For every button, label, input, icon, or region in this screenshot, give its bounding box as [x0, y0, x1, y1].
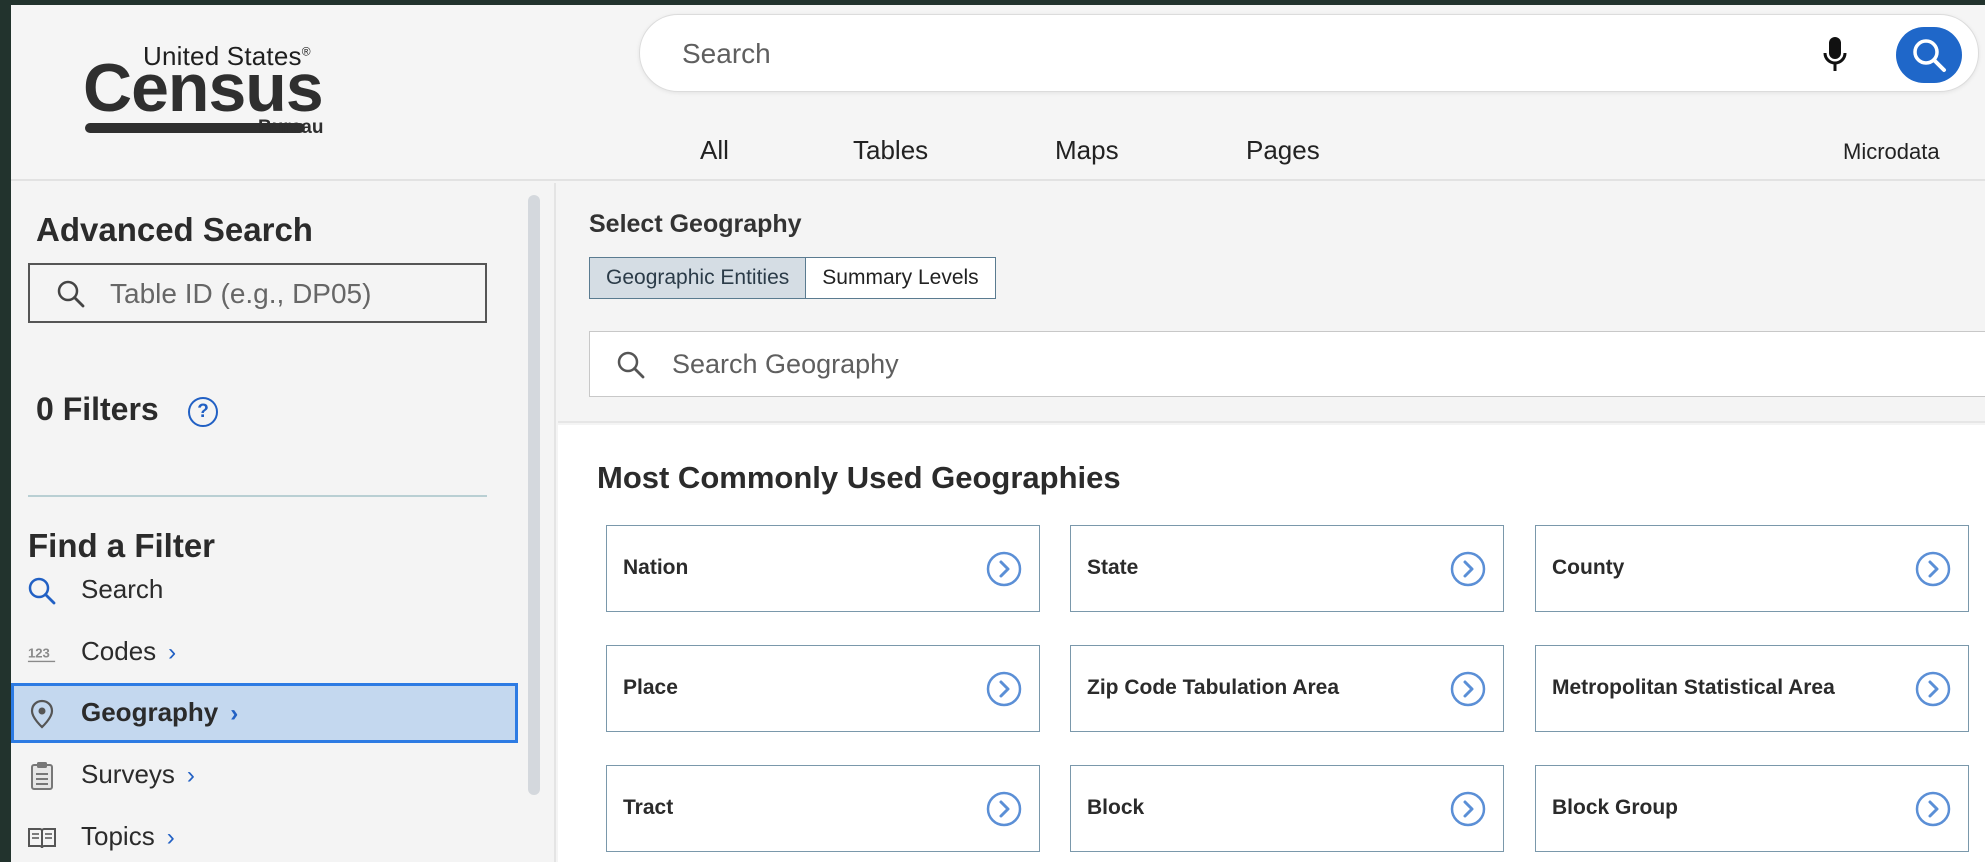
geography-card-state[interactable]: State [1070, 525, 1504, 612]
geography-card-label: Metropolitan Statistical Area [1552, 676, 1835, 699]
chevron-circle-right-icon [985, 790, 1023, 828]
tab-maps[interactable]: Maps [1055, 135, 1119, 166]
table-id-input[interactable] [110, 277, 470, 311]
search-submit-button[interactable] [1896, 27, 1962, 83]
search-icon [27, 576, 57, 606]
geography-mode-toggle: Geographic Entities Summary Levels [589, 257, 996, 299]
chevron-circle-right-icon [1914, 670, 1952, 708]
microphone-icon[interactable] [1820, 35, 1850, 75]
census-logo[interactable]: United States® Census Bureau [83, 41, 353, 141]
chevron-right-icon: › [230, 700, 239, 727]
chevron-right-icon: › [166, 824, 175, 851]
sidebar-item-surveys[interactable]: Surveys › [11, 745, 518, 805]
tab-tables[interactable]: Tables [853, 135, 928, 166]
sidebar: Advanced Search 0 Filters ? Find a Filte… [11, 183, 556, 862]
geography-card-label: Tract [623, 796, 674, 819]
geography-card-label: Place [623, 676, 678, 699]
geography-card-county[interactable]: County [1535, 525, 1969, 612]
main-panel: Select Geography Geographic Entities Sum… [558, 183, 1985, 862]
search-icon [616, 350, 646, 385]
tab-all[interactable]: All [700, 135, 729, 166]
select-geography-title: Select Geography [589, 210, 802, 238]
search-icon [1913, 39, 1946, 72]
sidebar-item-label: Geography › [81, 697, 239, 727]
table-id-search-box [28, 263, 487, 323]
chevron-circle-right-icon [1449, 790, 1487, 828]
map-pin-icon [27, 699, 57, 729]
sidebar-item-codes[interactable]: 123 Codes › [11, 622, 518, 682]
geography-card-label: Block [1087, 796, 1145, 819]
sidebar-scrollbar[interactable] [528, 195, 540, 795]
sidebar-item-geography[interactable]: Geography › [11, 683, 518, 743]
chevron-circle-right-icon [1449, 550, 1487, 588]
chevron-circle-right-icon [985, 550, 1023, 588]
codes-123-icon: 123 [27, 638, 57, 668]
advanced-search-title: Advanced Search [36, 211, 313, 248]
geography-search-input[interactable] [672, 346, 1872, 382]
chevron-right-icon: › [186, 762, 195, 789]
geography-card-place[interactable]: Place [606, 645, 1040, 732]
most-common-title: Most Commonly Used Geographies [597, 460, 1121, 495]
chevron-circle-right-icon [1914, 550, 1952, 588]
geography-search-box [589, 331, 1985, 397]
global-search-input[interactable] [682, 35, 1762, 73]
logo-census: Census [83, 50, 324, 126]
sidebar-item-label: Topics › [81, 821, 175, 851]
chevron-right-icon: › [168, 639, 177, 666]
chevron-circle-right-icon [1914, 790, 1952, 828]
geography-selector: Select Geography Geographic Entities Sum… [558, 183, 1985, 423]
geography-card-msa[interactable]: Metropolitan Statistical Area [1535, 645, 1969, 732]
chevron-circle-right-icon [985, 670, 1023, 708]
app-frame: United States® Census Bureau Search All … [11, 5, 1985, 862]
common-geographies-section: Most Commonly Used Geographies Nation St… [558, 425, 1985, 862]
book-icon [27, 823, 57, 853]
search-icon [56, 279, 86, 314]
sidebar-divider [28, 495, 487, 497]
geography-card-nation[interactable]: Nation [606, 525, 1040, 612]
geography-card-label: State [1087, 556, 1139, 579]
chevron-circle-right-icon [1449, 670, 1487, 708]
geography-card-zcta[interactable]: Zip Code Tabulation Area [1070, 645, 1504, 732]
tab-microdata[interactable]: Microdata [1843, 139, 1940, 165]
filters-count: 0 Filters [36, 391, 159, 427]
tab-summary-levels[interactable]: Summary Levels [806, 258, 995, 298]
geography-card-block-group[interactable]: Block Group [1535, 765, 1969, 852]
geography-card-label: Block Group [1552, 796, 1679, 819]
geography-card-label: County [1552, 556, 1625, 579]
sidebar-item-topics[interactable]: Topics › [11, 807, 518, 862]
header: United States® Census Bureau Search All … [11, 5, 1985, 181]
result-type-tabs: All Tables Maps Pages Microdata [11, 135, 1985, 175]
geography-card-label: Nation [623, 556, 689, 579]
tab-pages[interactable]: Pages [1246, 135, 1320, 166]
geography-card-block[interactable]: Block [1070, 765, 1504, 852]
clipboard-icon [27, 761, 57, 791]
geography-card-tract[interactable]: Tract [606, 765, 1040, 852]
sidebar-item-label: Surveys › [81, 759, 195, 789]
sidebar-item-label: Search [81, 574, 164, 604]
tab-geographic-entities[interactable]: Geographic Entities [590, 258, 807, 298]
global-search-bar [639, 14, 1979, 92]
svg-text:123: 123 [28, 646, 50, 661]
sidebar-item-search[interactable]: Search [11, 560, 518, 620]
geography-card-label: Zip Code Tabulation Area [1087, 676, 1340, 699]
sidebar-item-label: Codes › [81, 636, 177, 666]
help-icon[interactable]: ? [188, 397, 218, 427]
